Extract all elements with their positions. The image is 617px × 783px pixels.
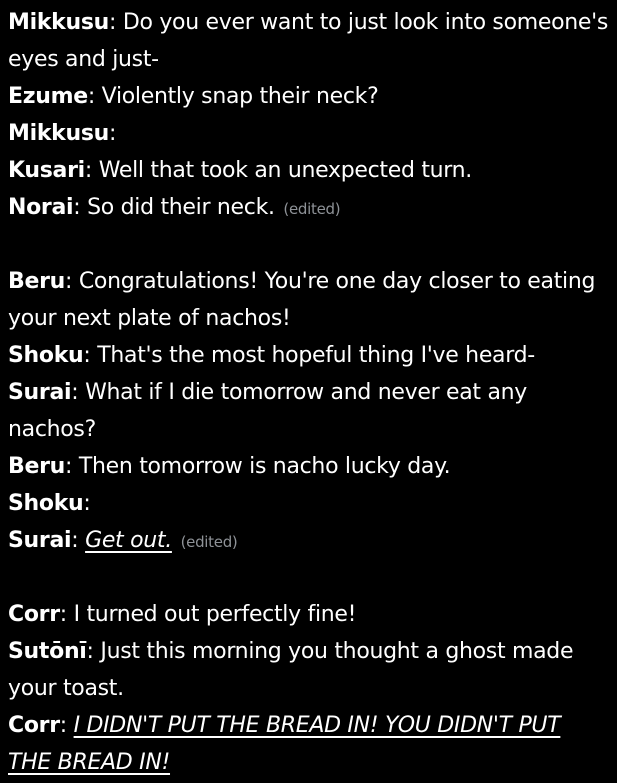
chat-log: Mikkusu: Do you ever want to just look i… bbox=[0, 0, 617, 783]
speaker-separator: : bbox=[71, 528, 79, 553]
chat-message: Surai: Get out. (edited) bbox=[8, 522, 609, 561]
chat-message: Ezume: Violently snap their neck? bbox=[8, 78, 609, 115]
speaker-name: Corr bbox=[8, 713, 60, 738]
speaker-separator: : bbox=[83, 491, 91, 516]
speaker-name: Norai bbox=[8, 195, 74, 220]
chat-message: Sutōnī: Just this morning you thought a … bbox=[8, 633, 609, 707]
chat-message: Corr: I turned out perfectly fine! bbox=[8, 596, 609, 633]
chat-message: Norai: So did their neck. (edited) bbox=[8, 189, 609, 228]
message-text: Get out. bbox=[85, 528, 172, 553]
chat-message: Surai: What if I die tomorrow and never … bbox=[8, 374, 609, 448]
message-text: Congratulations! You're one day closer t… bbox=[8, 269, 596, 331]
message-group-gap bbox=[8, 561, 609, 596]
speaker-separator: : bbox=[84, 158, 92, 183]
speaker-name: Sutōnī bbox=[8, 639, 87, 664]
speaker-name: Ezume bbox=[8, 84, 88, 109]
chat-message: Kusari: Well that took an unexpected tur… bbox=[8, 152, 609, 189]
speaker-name: Shoku bbox=[8, 343, 84, 368]
speaker-separator: : bbox=[109, 121, 117, 146]
speaker-separator: : bbox=[83, 343, 91, 368]
message-group-gap bbox=[8, 228, 609, 263]
speaker-name: Shoku bbox=[8, 491, 84, 516]
edited-marker: (edited) bbox=[180, 533, 238, 551]
speaker-name: Kusari bbox=[8, 158, 85, 183]
speaker-name: Surai bbox=[8, 380, 72, 405]
chat-message: Beru: Then tomorrow is nacho lucky day. bbox=[8, 448, 609, 485]
speaker-separator: : bbox=[87, 84, 95, 109]
message-text: Then tomorrow is nacho lucky day. bbox=[78, 454, 451, 479]
speaker-name: Mikkusu bbox=[8, 10, 110, 35]
speaker-name: Surai bbox=[8, 528, 72, 553]
message-text: Violently snap their neck? bbox=[101, 84, 379, 109]
speaker-name: Corr bbox=[8, 602, 60, 627]
speaker-separator: : bbox=[71, 380, 79, 405]
speaker-name: Beru bbox=[8, 269, 66, 294]
chat-message: Mikkusu: Do you ever want to just look i… bbox=[8, 4, 609, 78]
chat-message: Mikkusu: bbox=[8, 115, 609, 152]
chat-message: Shoku: That's the most hopeful thing I'v… bbox=[8, 337, 609, 374]
message-text: What if I die tomorrow and never eat any… bbox=[8, 380, 527, 442]
message-text: That's the most hopeful thing I've heard… bbox=[97, 343, 535, 368]
speaker-separator: : bbox=[65, 454, 73, 479]
speaker-separator: : bbox=[59, 602, 67, 627]
message-text: Well that took an unexpected turn. bbox=[98, 158, 473, 183]
speaker-name: Beru bbox=[8, 454, 66, 479]
chat-message: Beru: Congratulations! You're one day cl… bbox=[8, 263, 609, 337]
speaker-separator: : bbox=[86, 639, 94, 664]
speaker-separator: : bbox=[65, 269, 73, 294]
speaker-name: Mikkusu bbox=[8, 121, 110, 146]
message-text: So did their neck. bbox=[87, 195, 275, 220]
speaker-separator: : bbox=[59, 713, 67, 738]
speaker-separator: : bbox=[109, 10, 117, 35]
message-text: I DIDN'T PUT THE BREAD IN! YOU DIDN'T PU… bbox=[8, 713, 561, 775]
speaker-separator: : bbox=[73, 195, 81, 220]
chat-message: Shoku: bbox=[8, 485, 609, 522]
message-text: I turned out perfectly fine! bbox=[73, 602, 357, 627]
edited-marker: (edited) bbox=[283, 200, 341, 218]
chat-message: Corr: I DIDN'T PUT THE BREAD IN! YOU DID… bbox=[8, 707, 609, 781]
